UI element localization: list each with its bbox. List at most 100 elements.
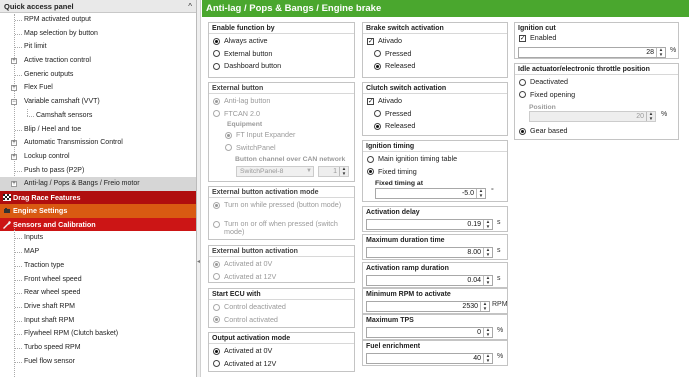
dashboard-button-radio[interactable]: Dashboard button: [209, 60, 354, 73]
main-content: Anti-lag / Pops & Bangs / Engine brake E…: [202, 0, 689, 377]
control-deactivated-radio[interactable]: Control deactivated: [209, 301, 354, 314]
activation-delay-input[interactable]: 0.19 ▲ ▼: [366, 219, 493, 230]
tree-item-vvt[interactable]: − Variable camshaft (VVT): [0, 95, 196, 109]
deactivated-radio[interactable]: Deactivated: [515, 76, 678, 89]
group-title: Idle actuator/electronic throttle positi…: [515, 64, 678, 75]
max-tps-group: Maximum TPS 0 ▲ ▼ %: [362, 314, 508, 340]
expand-icon[interactable]: +: [11, 153, 17, 160]
channel-stepper[interactable]: 1 ▲ ▼: [318, 166, 349, 177]
external-button-radio[interactable]: External button: [209, 48, 354, 61]
collapse-arrow-icon[interactable]: ◂: [197, 258, 200, 265]
clutch-pressed-radio[interactable]: Pressed: [363, 108, 507, 121]
seconds-unit: s: [497, 219, 501, 226]
tree-item-drive-shaft[interactable]: Drive shaft RPM: [0, 300, 196, 314]
channel-combo[interactable]: SwitchPanel-8 ▼: [236, 166, 314, 177]
tree-item-p2p[interactable]: Push to pass (P2P): [0, 164, 196, 178]
degree-unit: °: [491, 188, 494, 195]
group-title: Clutch switch activation: [363, 83, 507, 94]
tree-item-antilag[interactable]: + Anti-lag / Pops & Bangs / Freio motor: [0, 177, 196, 191]
group-title: External button: [209, 83, 354, 94]
output-0v-radio[interactable]: Activated at 0V: [209, 345, 354, 358]
antilag-button-radio[interactable]: Anti-lag button: [209, 95, 354, 108]
ignition-cut-checkbox[interactable]: ✓ Enabled: [515, 33, 678, 43]
ignition-cut-input[interactable]: 28 ▲ ▼: [518, 47, 666, 58]
tree-item-pit-limit[interactable]: Pit limit: [0, 40, 196, 54]
group-title: Activation ramp duration: [366, 265, 449, 272]
tree-item-map-selection[interactable]: Map selection by button: [0, 27, 196, 41]
activation-delay-group: Activation delay 0.19 ▲ ▼ s: [362, 206, 508, 232]
tree-item-rear-wheel[interactable]: Rear wheel speed: [0, 286, 196, 300]
clutch-enabled-checkbox[interactable]: ✓ Ativado: [363, 95, 507, 108]
group-title: Maximum TPS: [366, 317, 414, 324]
tree-item-generic-outputs[interactable]: Generic outputs: [0, 68, 196, 82]
percent-unit: %: [497, 353, 504, 360]
brake-pressed-radio[interactable]: Pressed: [363, 48, 507, 61]
tree-item-traction-type[interactable]: Traction type: [0, 259, 196, 273]
brake-enabled-checkbox[interactable]: ✓ Ativado: [363, 35, 507, 48]
min-rpm-input[interactable]: 2530 ▲ ▼: [366, 301, 490, 312]
stepper-arrows-icon: ▲ ▼: [480, 301, 489, 311]
group-title: Fuel enrichment: [366, 343, 421, 350]
tree-item-camshaft-sensors[interactable]: Camshaft sensors: [0, 108, 196, 123]
activated-12v-radio[interactable]: Activated at 12V: [209, 271, 354, 284]
expand-icon[interactable]: +: [11, 181, 17, 188]
tree-item-fuel-flow[interactable]: Fuel flow sensor: [0, 355, 196, 369]
tree-item-inputs[interactable]: Inputs: [0, 231, 196, 245]
button-activation-group: External button activation Activated at …: [208, 245, 355, 283]
panel-splitter[interactable]: ◂: [197, 0, 201, 377]
ignition-cut-group: Ignition cut ✓ Enabled 28 ▲ ▼ %: [514, 22, 679, 59]
group-title: Activation delay: [366, 209, 420, 216]
activated-0v-radio[interactable]: Activated at 0V: [209, 258, 354, 271]
switchpanel-radio[interactable]: SwitchPanel: [209, 142, 354, 155]
expand-icon[interactable]: +: [11, 85, 17, 92]
group-title: Output activation mode: [209, 333, 354, 344]
tree-item-flex-fuel[interactable]: + Flex Fuel: [0, 81, 196, 95]
ramp-duration-group: Activation ramp duration 0.04 ▲ ▼ s: [362, 262, 508, 288]
tree-item-flywheel[interactable]: Flywheel RPM (Clutch basket): [0, 327, 196, 341]
section-sensors-calibration[interactable]: Sensors and Calibration: [0, 217, 196, 232]
ftcan-radio[interactable]: FTCAN 2.0: [209, 108, 354, 121]
group-title: Minimum RPM to activate: [366, 291, 451, 298]
tree-item-input-shaft[interactable]: Input shaft RPM: [0, 314, 196, 328]
always-active-radio[interactable]: Always active: [209, 35, 354, 48]
percent-unit: %: [670, 47, 677, 54]
seconds-unit: s: [497, 275, 501, 282]
max-tps-input[interactable]: 0 ▲ ▼: [366, 327, 493, 338]
control-activated-radio[interactable]: Control activated: [209, 314, 354, 327]
seconds-unit: s: [497, 247, 501, 254]
tree-item-transmission[interactable]: + Automatic Transmission Control: [0, 136, 196, 150]
stepper-arrows-icon: ▲ ▼: [646, 111, 655, 121]
group-title: Enable function by: [209, 23, 354, 34]
position-input[interactable]: 20 ▲ ▼: [529, 111, 656, 122]
switch-mode-radio[interactable]: Turn on or off when pressed (switch mode…: [209, 218, 354, 237]
tree-item-rpm-output[interactable]: RPM activated output: [0, 13, 196, 27]
scroll-up-icon[interactable]: ^: [188, 2, 192, 11]
tree-item-blip[interactable]: Blip / Heel and toe: [0, 123, 196, 137]
expand-icon[interactable]: +: [11, 140, 17, 147]
expand-icon[interactable]: +: [11, 58, 17, 65]
collapse-icon[interactable]: −: [11, 99, 17, 106]
clutch-released-radio[interactable]: Released: [363, 120, 507, 133]
main-timing-table-radio[interactable]: Main ignition timing table: [363, 153, 507, 166]
gear-based-radio[interactable]: Gear based: [515, 125, 568, 138]
section-drag-race[interactable]: Drag Race Features: [0, 190, 196, 205]
ft-input-expander-radio[interactable]: FT Input Expander: [209, 129, 354, 142]
max-duration-input[interactable]: 8.00 ▲ ▼: [366, 247, 493, 258]
tree-item-traction-control[interactable]: + Active traction control: [0, 54, 196, 68]
fixed-opening-radio[interactable]: Fixed opening: [515, 89, 678, 102]
output-12v-radio[interactable]: Activated at 12V: [209, 358, 354, 371]
stepper-arrows-icon: ▲ ▼: [483, 353, 492, 363]
tree-item-map[interactable]: MAP: [0, 245, 196, 259]
panel-title: Quick access panel: [0, 0, 196, 13]
dropdown-arrow-icon: ▼: [306, 168, 312, 174]
fixed-timing-radio[interactable]: Fixed timing: [363, 166, 507, 179]
fixed-timing-input[interactable]: -5.0 ▲ ▼: [375, 188, 486, 199]
tree-item-turbo-speed[interactable]: Turbo speed RPM: [0, 341, 196, 355]
section-engine-settings[interactable]: Engine Settings: [0, 204, 196, 218]
tree-item-lockup[interactable]: + Lockup control: [0, 150, 196, 164]
tree-item-front-wheel[interactable]: Front wheel speed: [0, 273, 196, 287]
ramp-duration-input[interactable]: 0.04 ▲ ▼: [366, 275, 493, 286]
fuel-enrichment-input[interactable]: 40 ▲ ▼: [366, 353, 493, 364]
brake-released-radio[interactable]: Released: [363, 60, 507, 73]
button-mode-radio[interactable]: Turn on while pressed (button mode): [209, 199, 354, 218]
